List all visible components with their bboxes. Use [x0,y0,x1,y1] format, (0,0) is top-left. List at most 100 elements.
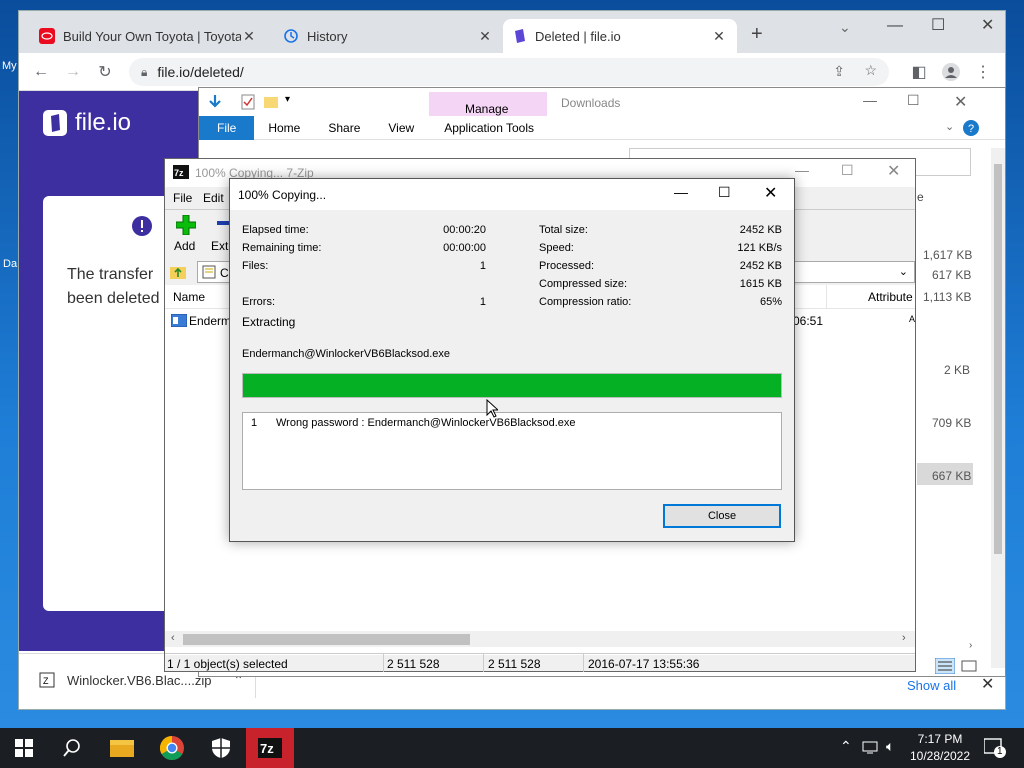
processed-value: 2452 KB [739,260,782,272]
column-header-attributes[interactable]: Attribute [868,290,913,304]
tab-search-icon[interactable]: ⌄ [839,19,851,36]
menu-file[interactable]: File [173,191,192,205]
add-plus-icon [176,215,196,235]
add-button[interactable]: Add [173,215,199,259]
compression-ratio-value: 65% [759,296,782,308]
divider [483,654,484,672]
file-size: 667 KB [932,469,972,483]
reload-icon[interactable]: ↻ [95,62,115,82]
show-all-button[interactable]: Show all [907,678,956,693]
download-filename: Winlocker.VB6.Blac....zip [67,672,212,688]
column-header-partial[interactable]: e [917,190,924,204]
security-icon[interactable] [197,728,245,768]
scroll-right-arrow[interactable]: › [969,640,972,651]
chrome-icon[interactable] [148,728,196,768]
maximize-icon[interactable]: ☐ [907,92,920,109]
close-window-icon[interactable]: ✕ [764,183,777,203]
up-folder-icon[interactable] [169,263,187,281]
close-icon[interactable]: ✕ [711,28,727,45]
clock-date[interactable]: 10/28/2022 [906,749,974,763]
file-explorer-icon[interactable] [98,728,146,768]
search-icon[interactable] [48,728,96,768]
menu-icon[interactable]: ⋮ [973,62,993,82]
close-window-icon[interactable]: ✕ [954,92,967,112]
desktop-label[interactable]: Da [3,258,17,270]
help-icon[interactable]: ? [963,120,979,136]
clock-time[interactable]: 7:17 PM [912,732,968,746]
chevron-up-icon[interactable]: ⌃ [840,738,852,755]
scrollbar-vertical[interactable] [991,148,1005,668]
divider [383,654,384,672]
minimize-icon[interactable]: — [674,184,688,200]
bookmark-star-icon[interactable]: ☆ [864,62,877,79]
chevron-down-icon[interactable]: ⌄ [945,120,954,133]
fileio-icon [513,28,527,44]
tab-application-tools[interactable]: Application Tools [430,116,548,140]
extract-icon [217,221,229,225]
column-header-name[interactable]: Name [173,290,205,304]
7zip-icon: 7z [173,165,189,179]
tab-title: History [307,28,348,44]
tab-history[interactable]: History ✕ [273,19,503,53]
close-icon[interactable]: ✕ [241,28,257,45]
list-item[interactable]: 1 Wrong password : Endermanch@WinlockerV… [243,416,781,432]
network-icon[interactable] [862,739,878,755]
profile-icon[interactable] [941,62,961,82]
files-label: Files: [242,260,269,272]
close-window-icon[interactable]: ✕ [887,161,900,181]
svg-text:?: ? [968,123,974,135]
scrollbar-thumb[interactable] [183,634,470,645]
desktop-label[interactable]: My [2,60,17,72]
maximize-icon[interactable]: ☐ [841,162,854,179]
close-download-bar-icon[interactable]: ✕ [981,674,994,694]
close-icon[interactable]: ✕ [477,28,493,45]
manage-label[interactable]: Manage [465,102,508,116]
path-dropdown[interactable]: ⌄ [791,261,915,283]
brand-name: file.io [75,109,132,136]
add-label: Add [174,239,196,253]
address-bar[interactable]: 🔒︎ file.io/deleted/ ⇪ ☆ [129,58,889,86]
total-size-label: Total size: [539,224,588,236]
side-panel-icon[interactable]: ◧ [909,62,929,82]
browser-toolbar: ← → ↻ 🔒︎ file.io/deleted/ ⇪ ☆ ◧ ⋮ [19,53,1005,91]
card-text: The transfer [67,266,154,283]
status-date: 2016-07-17 13:55:36 [588,657,700,671]
tab-share[interactable]: Share [314,116,374,140]
start-icon[interactable] [0,728,48,768]
tab-file[interactable]: File [199,115,255,140]
progress-bar [242,373,782,398]
folder-icon[interactable] [263,94,279,110]
minimize-icon[interactable]: — [863,92,877,108]
large-icons-view-icon[interactable] [961,660,977,672]
back-icon[interactable]: ← [31,62,51,82]
message-list[interactable]: 1 Wrong password : Endermanch@WinlockerV… [242,412,782,490]
volume-icon[interactable]: 🔈︎ [886,738,894,755]
new-tab-icon[interactable]: + [751,23,763,46]
properties-icon[interactable] [241,94,255,110]
7zip-icon[interactable]: 7z [246,728,294,768]
card-text: been deleted [67,290,160,307]
minimize-icon[interactable]: — [887,17,903,35]
minimize-icon[interactable]: — [795,162,809,178]
tab-fileio[interactable]: Deleted | file.io ✕ [503,19,737,53]
fileio-logo[interactable]: file.io [43,109,131,137]
close-window-icon[interactable]: ✕ [981,15,994,35]
maximize-icon[interactable]: ☐ [931,15,945,35]
close-button[interactable]: Close [663,504,781,528]
share-icon[interactable]: ⇪ [833,63,845,80]
scrollbar-horizontal[interactable]: ‹ › [165,631,915,647]
scroll-right-arrow[interactable]: › [902,632,906,644]
details-view-icon[interactable] [935,658,955,674]
tab-home[interactable]: Home [254,116,314,140]
progress-dialog: 100% Copying... — ☐ ✕ Elapsed time: 00:0… [229,178,795,542]
maximize-icon[interactable]: ☐ [718,184,731,201]
progress-fill [243,374,781,397]
quick-access-dropdown-icon[interactable]: ▾ [285,94,290,105]
scroll-left-arrow[interactable]: ‹ [171,632,175,644]
tab-view[interactable]: View [374,116,428,140]
forward-icon[interactable]: → [63,62,83,82]
status-packed-size: 2 511 528 [488,657,541,671]
file-time: 06:51 [793,314,824,328]
menu-edit[interactable]: Edit [203,191,224,205]
tab-toyota[interactable]: Build Your Own Toyota | Toyota C ✕ [29,19,267,53]
